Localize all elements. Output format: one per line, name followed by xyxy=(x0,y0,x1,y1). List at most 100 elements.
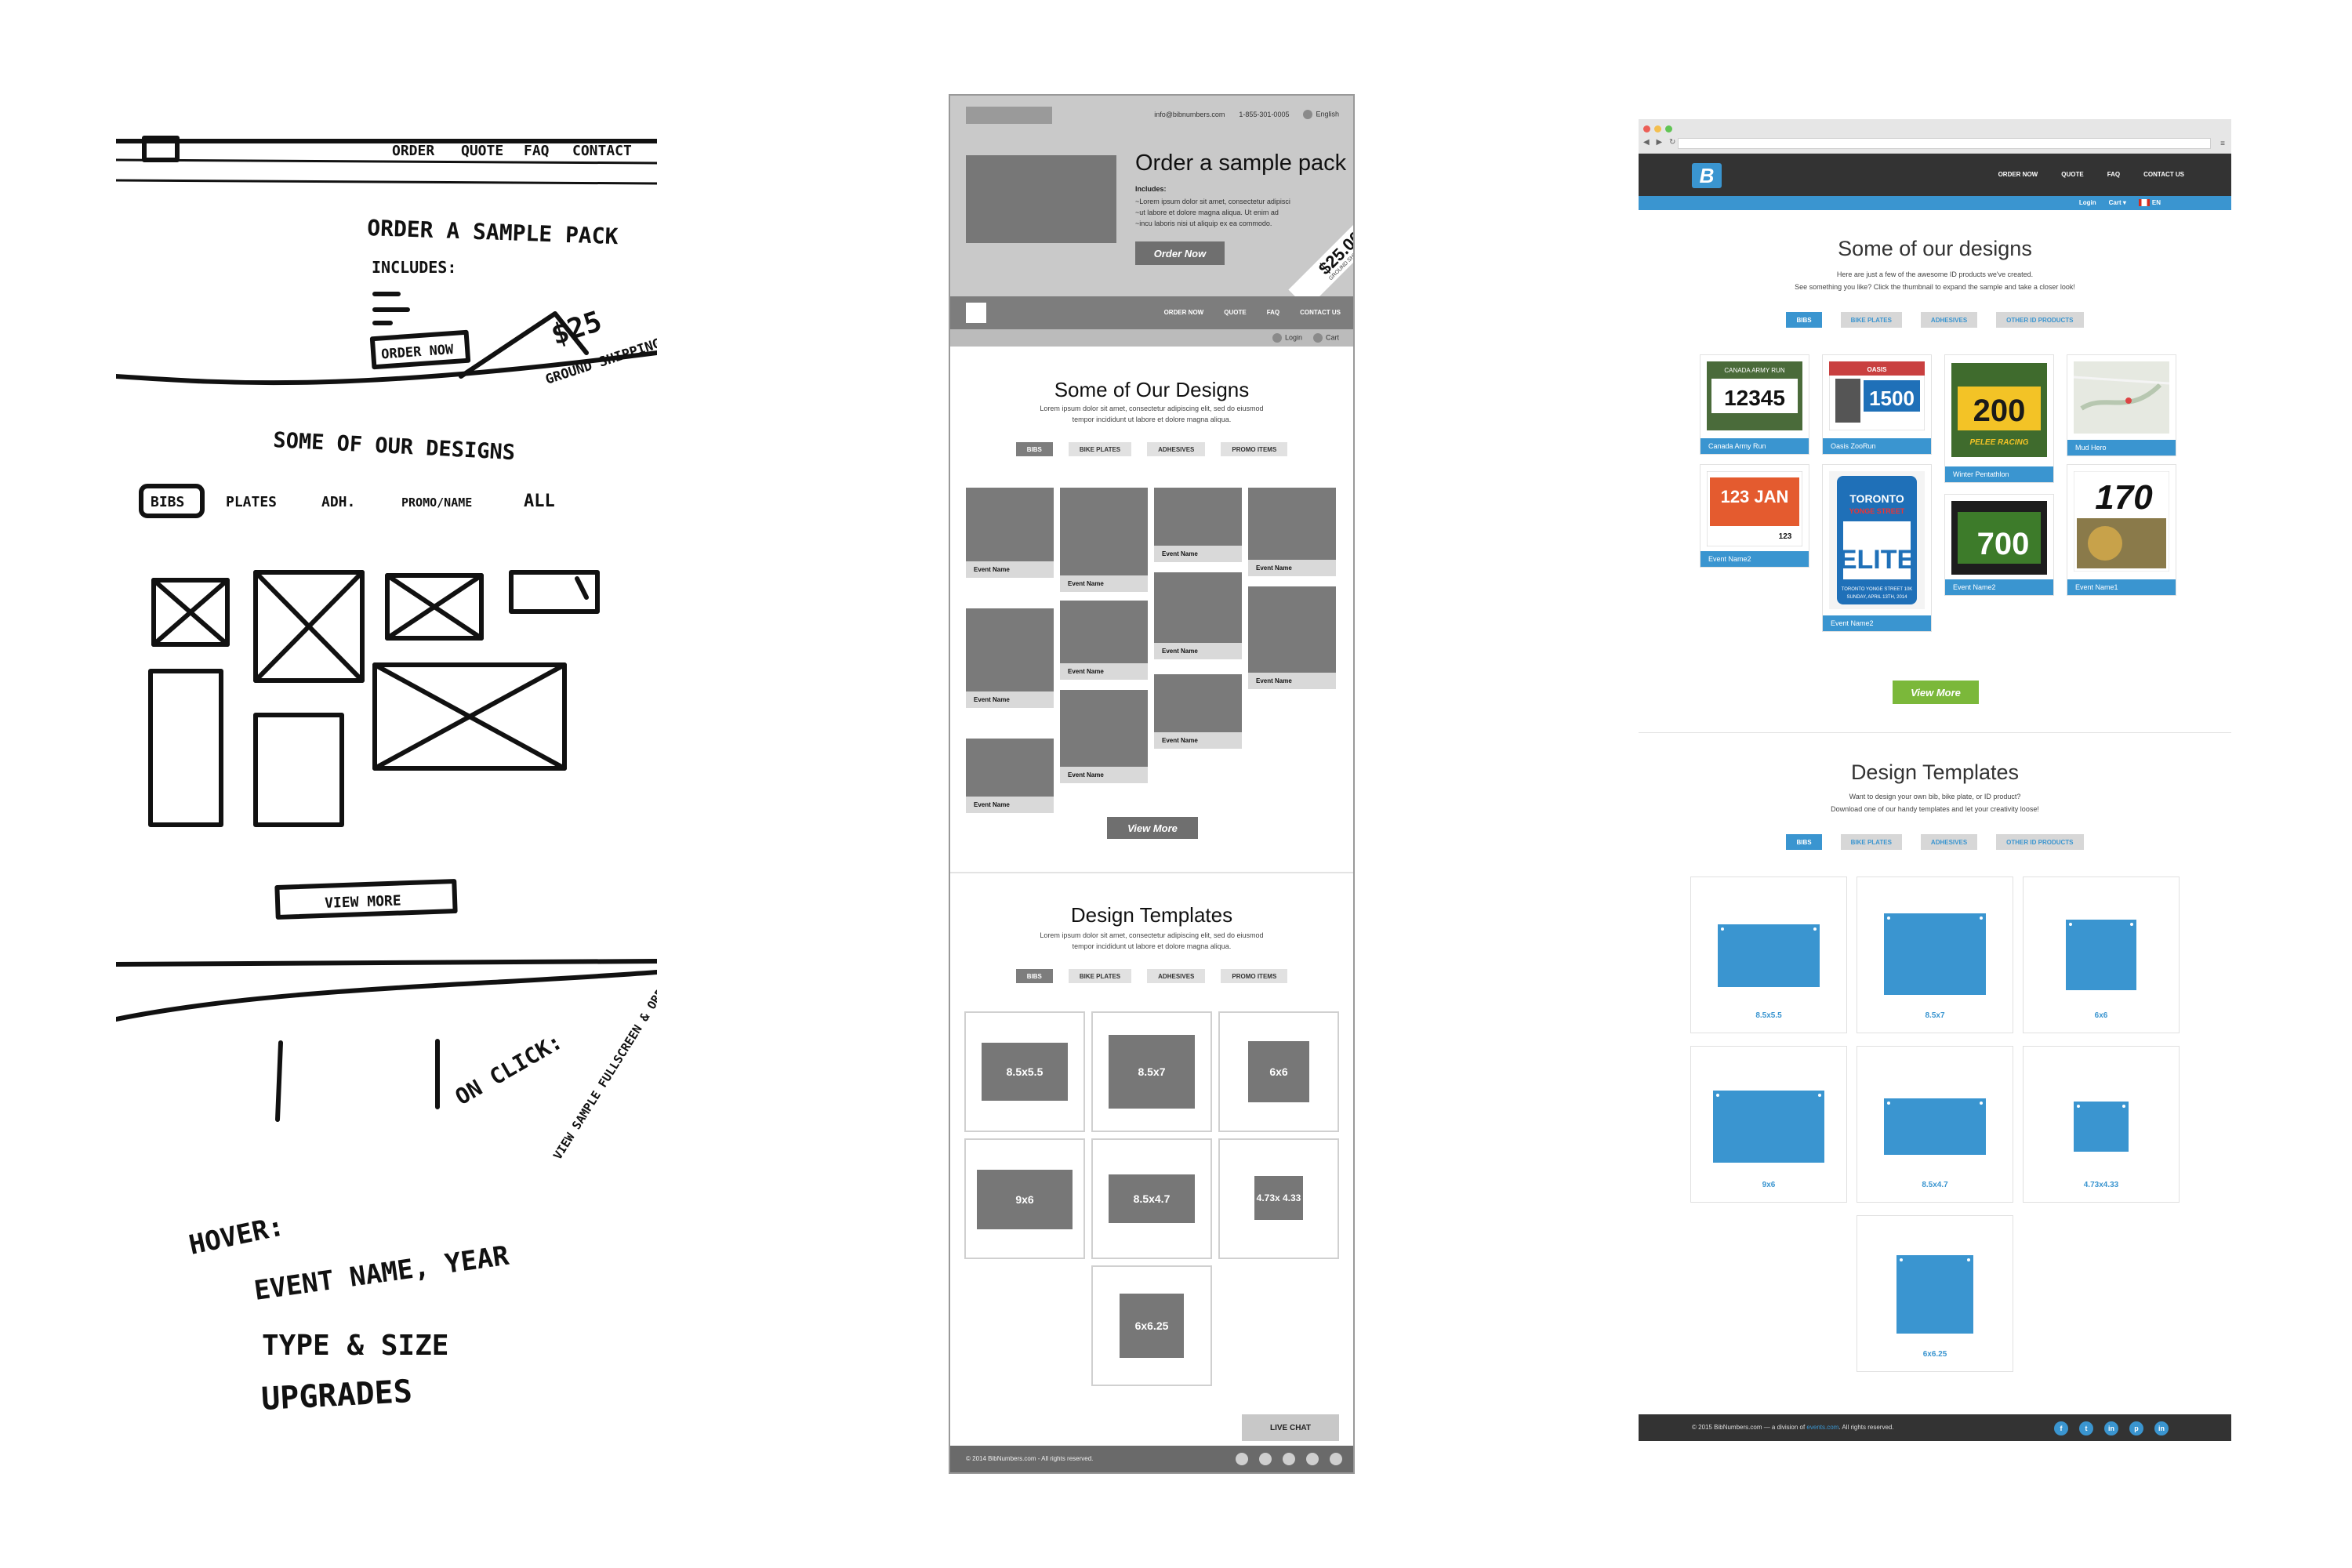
design-card[interactable]: 1500 OASIS Oasis ZooRun xyxy=(1822,354,1932,455)
final-tpl-tab-bibs[interactable]: BIBS xyxy=(1786,834,1822,850)
wire-tpl-tab-promo-items[interactable]: PROMO ITEMS xyxy=(1221,969,1288,983)
social-icon[interactable] xyxy=(1259,1453,1272,1465)
wire-template-card[interactable]: 8.5x7 xyxy=(1091,1011,1212,1132)
wire-event-card[interactable]: Event Name xyxy=(1060,488,1148,592)
wire-language-select[interactable]: English xyxy=(1303,110,1339,119)
design-card-caption: Winter Pentathlon xyxy=(1945,466,2053,482)
final-nav-contact[interactable]: CONTACT US xyxy=(2143,171,2184,178)
browser-nav-arrows-icon[interactable]: ◀ ▶ ↻ xyxy=(1643,138,1678,147)
wire-template-card[interactable]: 8.5x4.7 xyxy=(1091,1138,1212,1259)
final-template-card[interactable]: 9x6 xyxy=(1690,1046,1847,1203)
final-tpl-tab-bike-plates[interactable]: BIKE PLATES xyxy=(1840,834,1902,850)
wire-tab-promo-items[interactable]: PROMO ITEMS xyxy=(1221,442,1288,456)
final-template-card[interactable]: 6x6.25 xyxy=(1857,1215,2013,1372)
final-template-card[interactable]: 6x6 xyxy=(2023,877,2180,1033)
social-icon[interactable] xyxy=(1236,1453,1248,1465)
linkedin-icon[interactable]: in xyxy=(2154,1421,2169,1436)
wire-event-card[interactable]: Event Name xyxy=(1248,488,1336,576)
twitter-icon[interactable]: t xyxy=(2079,1421,2093,1436)
wire-event-name: Event Name xyxy=(1256,564,1292,572)
events-link[interactable]: events.com xyxy=(1806,1424,1838,1431)
design-card[interactable]: Mud Hero xyxy=(2067,354,2176,456)
wire-nav-faq[interactable]: FAQ xyxy=(1267,309,1279,316)
final-tab-bike-plates[interactable]: BIKE PLATES xyxy=(1840,312,1902,328)
final-language-select[interactable]: EN xyxy=(2138,199,2161,207)
wire-event-card[interactable]: Event Name xyxy=(966,608,1054,708)
wire-tpl-tab-adhesives[interactable]: ADHESIVES xyxy=(1147,969,1206,983)
final-nav-quote[interactable]: QUOTE xyxy=(2061,171,2083,178)
wire-cart-label: Cart xyxy=(1325,333,1339,342)
wire-live-chat-button[interactable]: LIVE CHAT xyxy=(1242,1414,1339,1441)
social-icon[interactable] xyxy=(1306,1453,1319,1465)
minimize-window-icon[interactable] xyxy=(1654,125,1661,132)
design-card[interactable]: TORONTO YONGE STREET ELITE TORONTO YONGE… xyxy=(1822,464,1932,632)
final-nav-faq[interactable]: FAQ xyxy=(2107,171,2120,178)
bib-thumbnail: 170 xyxy=(2074,471,2169,572)
browser-menu-icon[interactable]: ≡ xyxy=(2220,140,2225,148)
final-designs-sub2: See something you like? Click the thumbn… xyxy=(1795,283,2075,291)
wire-tab-bibs[interactable]: BIBS xyxy=(1015,442,1053,456)
pinterest-icon[interactable]: p xyxy=(2129,1421,2143,1436)
bib-number: 700 xyxy=(1977,527,2030,561)
wire-template-card[interactable]: 8.5x5.5 xyxy=(964,1011,1085,1132)
wire-nav-quote[interactable]: QUOTE xyxy=(1224,309,1246,316)
wire-order-now-button[interactable]: Order Now xyxy=(1135,241,1225,265)
design-card[interactable]: 700 Event Name2 xyxy=(1944,494,2054,596)
final-login-link[interactable]: Login xyxy=(2079,199,2096,206)
wire-tab-adhesives[interactable]: ADHESIVES xyxy=(1147,442,1206,456)
design-card[interactable]: 12345 CANADA ARMY RUN Canada Army Run xyxy=(1700,354,1809,455)
wire-event-card[interactable]: Event Name xyxy=(1154,572,1242,659)
wire-tpl-tab-bibs[interactable]: BIBS xyxy=(1015,969,1053,983)
wire-template-card[interactable]: 9x6 xyxy=(964,1138,1085,1259)
instagram-icon[interactable]: in xyxy=(2104,1421,2118,1436)
design-card[interactable]: 123 JAN 123 Event Name2 xyxy=(1700,464,1809,568)
social-icon[interactable] xyxy=(1283,1453,1295,1465)
wire-event-card[interactable]: Event Name xyxy=(1154,488,1242,562)
close-window-icon[interactable] xyxy=(1643,125,1650,132)
final-template-card[interactable]: 8.5x4.7 xyxy=(1857,1046,2013,1203)
wire-include-item: ~incu laboris nisi ut aliquip ex ea comm… xyxy=(1135,220,1272,227)
wire-template-card[interactable]: 4.73x 4.33 xyxy=(1218,1138,1339,1259)
maximize-window-icon[interactable] xyxy=(1665,125,1672,132)
design-card[interactable]: 170 Event Name1 xyxy=(2067,464,2176,596)
final-tab-bibs[interactable]: BIBS xyxy=(1786,312,1822,328)
final-cart-link[interactable]: Cart ▾ xyxy=(2109,199,2126,206)
wire-template-card[interactable]: 6x6 xyxy=(1218,1011,1339,1132)
final-tpl-tab-other-id[interactable]: OTHER ID PRODUCTS xyxy=(1996,834,2084,850)
wire-event-card[interactable]: Event Name xyxy=(966,739,1054,813)
wire-nav-order-now[interactable]: ORDER NOW xyxy=(1164,309,1204,316)
final-template-card[interactable]: 8.5x7 xyxy=(1857,877,2013,1033)
wire-tpl-tab-bike-plates[interactable]: BIKE PLATES xyxy=(1068,969,1132,983)
final-template-card[interactable]: 8.5x5.5 xyxy=(1690,877,1847,1033)
design-card[interactable]: 200 PELEE RACING Winter Pentathlon xyxy=(1944,354,2054,483)
address-bar[interactable] xyxy=(1678,138,2211,149)
wire-view-more-button[interactable]: View More xyxy=(1107,817,1198,839)
bib-number: 170 xyxy=(2095,478,2153,517)
wire-nav-contact[interactable]: CONTACT US xyxy=(1300,309,1341,316)
wire-template-card[interactable]: 6x6.25 xyxy=(1091,1265,1212,1386)
wire-tab-bike-plates[interactable]: BIKE PLATES xyxy=(1068,442,1132,456)
wire-event-card[interactable]: Event Name xyxy=(966,488,1054,578)
wire-nav-logo[interactable] xyxy=(966,303,986,323)
wire-event-card[interactable]: Event Name xyxy=(1248,586,1336,689)
wire-login-link[interactable]: Login xyxy=(1272,333,1302,343)
wire-logo-placeholder[interactable] xyxy=(966,107,1052,124)
final-tab-adhesives[interactable]: ADHESIVES xyxy=(1920,312,1978,328)
final-view-more-button[interactable]: View More xyxy=(1893,681,1979,704)
social-icon[interactable] xyxy=(1330,1453,1342,1465)
wire-event-card[interactable]: Event Name xyxy=(1154,674,1242,749)
final-tpl-tab-adhesives[interactable]: ADHESIVES xyxy=(1920,834,1978,850)
final-nav-order-now[interactable]: ORDER NOW xyxy=(1998,171,2038,178)
wire-email-link[interactable]: info@bibnumbers.com xyxy=(1154,111,1225,118)
final-template-card[interactable]: 4.73x4.33 xyxy=(2023,1046,2180,1203)
final-tab-other-id[interactable]: OTHER ID PRODUCTS xyxy=(1996,312,2084,328)
facebook-icon[interactable]: f xyxy=(2054,1421,2068,1436)
bibnumbers-logo[interactable]: B xyxy=(1692,163,1722,188)
wire-includes-label: Includes: xyxy=(1135,185,1167,193)
wire-cart-link[interactable]: Cart xyxy=(1312,333,1339,343)
sketch-nav-contact: CONTACT xyxy=(572,143,632,159)
wire-event-card[interactable]: Event Name xyxy=(1060,690,1148,783)
wire-includes-list: ~Lorem ipsum dolor sit amet, consectetur… xyxy=(1135,196,1316,229)
wire-copyright: © 2014 BibNumbers.com - All rights reser… xyxy=(966,1455,1094,1462)
wire-event-card[interactable]: Event Name xyxy=(1060,601,1148,680)
